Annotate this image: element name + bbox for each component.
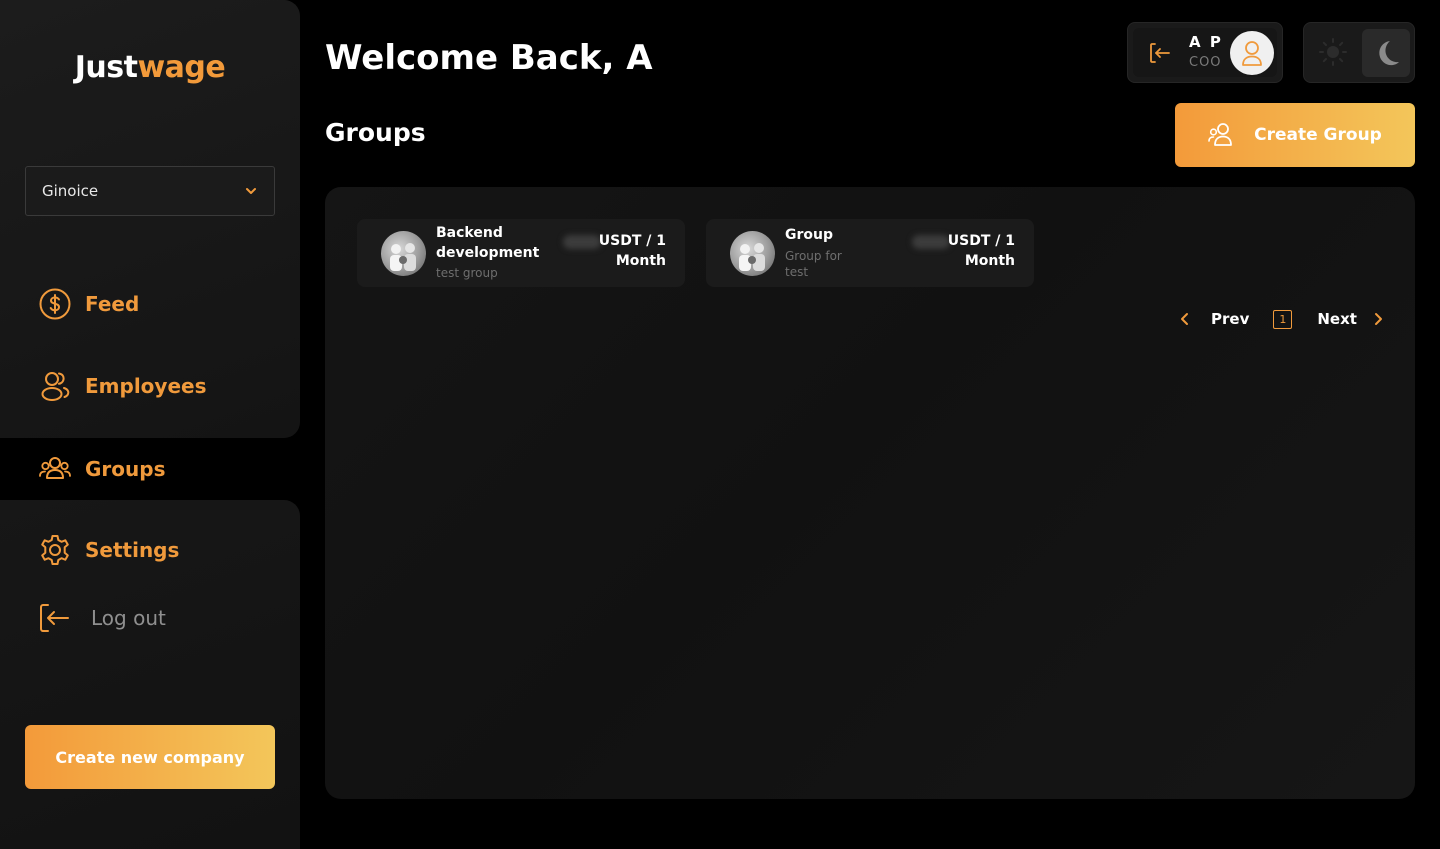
next-button[interactable]: Next	[1317, 310, 1357, 328]
user-initials: A P	[1189, 33, 1223, 51]
group-photo-icon	[739, 243, 765, 271]
group-photo-icon	[390, 243, 416, 271]
moon-icon	[1379, 41, 1399, 66]
sidebar-item-label: Employees	[85, 374, 207, 398]
logout-icon[interactable]	[1148, 41, 1172, 65]
create-group-button[interactable]: Create Group	[1175, 103, 1415, 167]
sidebar-item-logout[interactable]: Log out	[25, 587, 300, 649]
group-price-period: Month	[615, 253, 666, 269]
group-price: USDT / 1 Month	[599, 231, 666, 271]
blurred-amount	[563, 235, 601, 249]
group-name: Group	[785, 227, 834, 243]
page-number[interactable]: 1	[1273, 309, 1293, 329]
dollar-circle-icon	[39, 288, 71, 320]
company-select-value: Ginoice	[42, 182, 99, 200]
group-price-amount: USDT / 1	[598, 233, 666, 249]
group-card[interactable]: Backend development test group USDT / 1 …	[357, 219, 685, 287]
sidebar-item-label: Settings	[85, 538, 180, 562]
users-icon	[41, 372, 70, 401]
avatar[interactable]	[1230, 31, 1274, 75]
sidebar-item-label: Log out	[91, 606, 166, 630]
page-title: Welcome Back, A	[325, 38, 653, 78]
app-logo[interactable]: Justwage	[0, 50, 300, 85]
sidebar-item-feed[interactable]: Feed	[25, 273, 300, 335]
group-add-icon	[1208, 123, 1233, 146]
user-avatar-icon	[1242, 41, 1262, 66]
user-role: COO	[1189, 55, 1222, 70]
logo-text-just: Just	[74, 50, 138, 85]
blurred-amount	[912, 235, 950, 249]
company-select[interactable]: Ginoice	[25, 166, 275, 216]
sidebar-item-groups[interactable]: Groups	[25, 438, 300, 500]
gear-icon	[41, 535, 69, 565]
chevron-down-icon	[246, 188, 256, 194]
pagination: Prev 1 Next	[1178, 306, 1385, 332]
prev-button[interactable]: Prev	[1211, 310, 1249, 328]
sun-icon[interactable]	[1318, 37, 1348, 67]
group-price: USDT / 1 Month	[948, 231, 1015, 271]
chevron-right-icon[interactable]	[1371, 312, 1385, 326]
logout-icon	[40, 604, 69, 632]
group-price-period: Month	[964, 253, 1015, 269]
group-card[interactable]: Group Group for test USDT / 1 Month	[706, 219, 1034, 287]
chevron-left-icon[interactable]	[1178, 312, 1192, 326]
create-group-label: Create Group	[1254, 125, 1382, 145]
create-company-button[interactable]: Create new company	[25, 725, 275, 789]
group-price-amount: USDT / 1	[947, 233, 1015, 249]
group-avatar	[381, 231, 426, 276]
group-icon	[39, 457, 71, 479]
group-name: Backend development	[436, 225, 540, 261]
group-avatar	[730, 231, 775, 276]
sidebar-item-label: Groups	[85, 457, 166, 481]
dark-mode-button[interactable]	[1362, 29, 1410, 77]
sidebar-item-employees[interactable]: Employees	[25, 355, 300, 417]
user-profile-chip[interactable]: A P COO	[1127, 22, 1283, 83]
group-description: Group for test	[785, 249, 842, 279]
group-description: test group	[436, 266, 498, 280]
section-title: Groups	[325, 118, 426, 147]
theme-toggle[interactable]	[1303, 22, 1415, 83]
sidebar-item-settings[interactable]: Settings	[25, 519, 300, 581]
logo-text-wage: wage	[137, 50, 226, 85]
sidebar-item-label: Feed	[85, 292, 140, 316]
